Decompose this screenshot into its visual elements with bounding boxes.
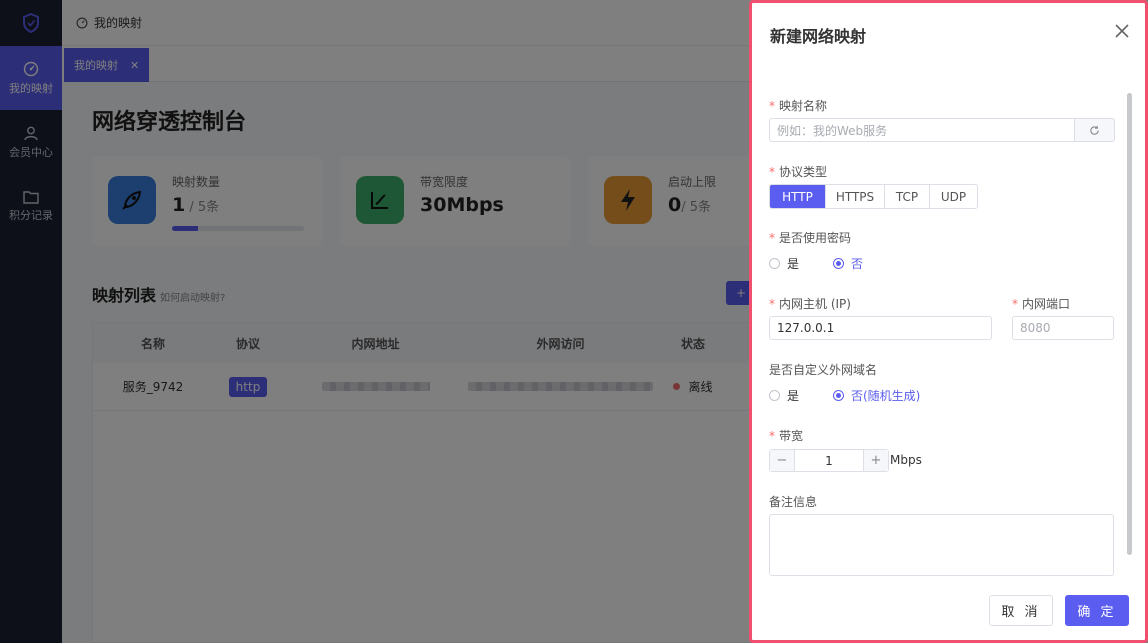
host-input[interactable]: 127.0.0.1 xyxy=(769,316,992,340)
name-label: * 映射名称 xyxy=(769,99,828,113)
password-no-radio[interactable]: 否 xyxy=(833,255,863,272)
password-label: * 是否使用密码 xyxy=(769,231,852,245)
drawer-title: 新建网络映射 xyxy=(770,27,867,46)
protocol-option-https[interactable]: HTTPS xyxy=(825,185,884,208)
host-label: * 内网主机 (IP) xyxy=(769,297,851,311)
bandwidth-label: * 带宽 xyxy=(769,429,804,443)
radio-circle xyxy=(833,390,844,401)
port-label: * 内网端口 xyxy=(1012,297,1071,311)
radio-circle xyxy=(769,390,780,401)
decrement-button[interactable]: − xyxy=(770,450,794,471)
domain-yes-radio[interactable]: 是 xyxy=(769,387,799,404)
bandwidth-unit: Mbps xyxy=(890,453,922,467)
domain-no-radio[interactable]: 否(随机生成) xyxy=(833,387,920,404)
increment-button[interactable]: + xyxy=(864,450,888,471)
new-mapping-drawer: 新建网络映射 * 映射名称 例如：我的Web服务 * 协议类型 HTTP HTTPS… xyxy=(749,0,1148,643)
radio-circle xyxy=(769,258,780,269)
refresh-button[interactable] xyxy=(1074,118,1115,142)
domain-label: 是否自定义外网域名 xyxy=(769,363,878,377)
scrollbar[interactable] xyxy=(1127,93,1132,555)
protocol-option-udp[interactable]: UDP xyxy=(929,185,977,208)
protocol-option-http[interactable]: HTTP xyxy=(770,185,825,208)
confirm-button[interactable]: 确 定 xyxy=(1065,595,1129,626)
mapping-name-input[interactable]: 例如：我的Web服务 xyxy=(769,118,1075,142)
password-yes-radio[interactable]: 是 xyxy=(769,255,799,272)
close-icon[interactable] xyxy=(1112,21,1132,41)
port-input[interactable]: 8080 xyxy=(1012,316,1114,340)
remark-label: 备注信息 xyxy=(769,495,818,509)
protocol-label: * 协议类型 xyxy=(769,165,828,179)
remark-textarea[interactable] xyxy=(769,514,1114,576)
cancel-button[interactable]: 取 消 xyxy=(989,595,1053,626)
protocol-option-tcp[interactable]: TCP xyxy=(884,185,929,208)
bandwidth-stepper: − 1 + xyxy=(769,449,889,472)
protocol-selector: HTTP HTTPS TCP UDP xyxy=(769,184,978,209)
radio-circle xyxy=(833,258,844,269)
refresh-icon xyxy=(1090,125,1099,135)
bandwidth-value[interactable]: 1 xyxy=(794,450,864,471)
